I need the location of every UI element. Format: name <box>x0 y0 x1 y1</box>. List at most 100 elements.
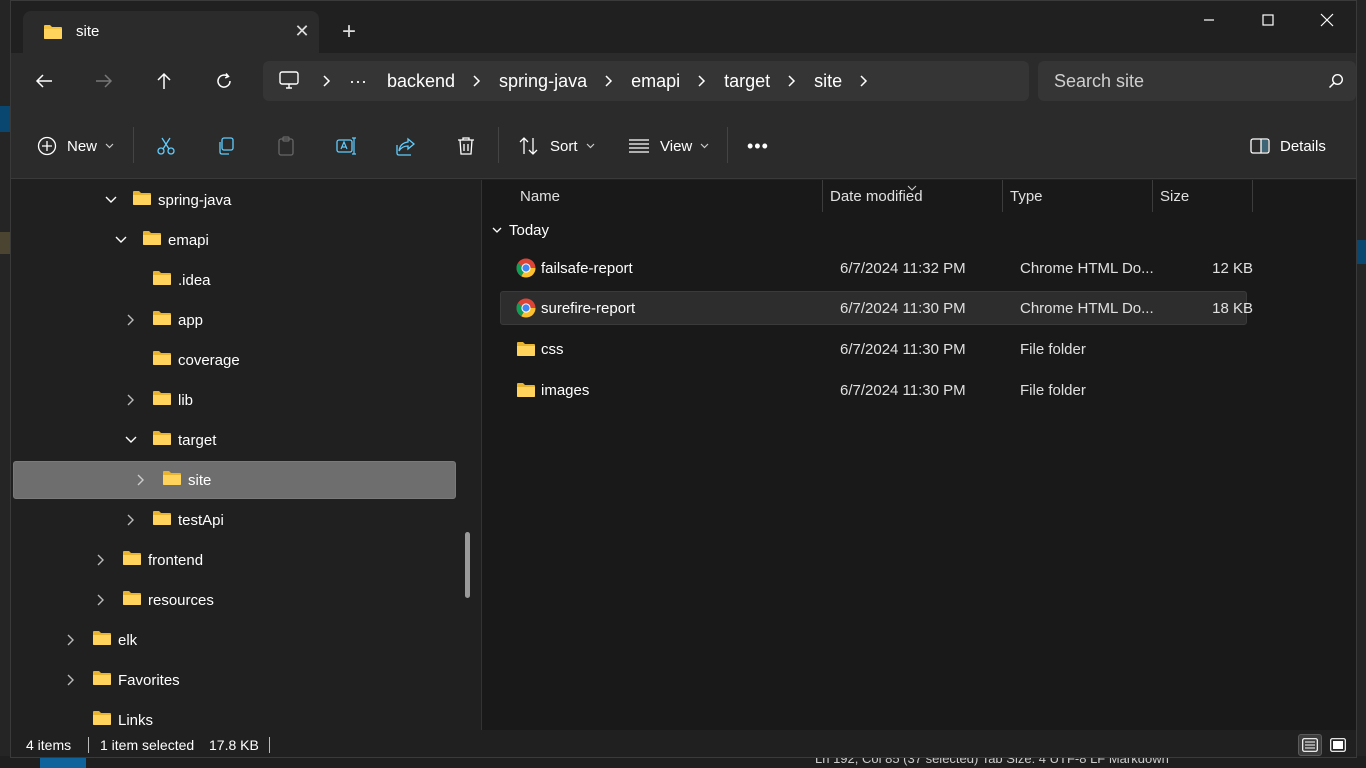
column-header-size[interactable]: Size <box>1160 180 1189 212</box>
nav-item-links[interactable]: Links <box>64 701 153 730</box>
chevron-right-icon[interactable] <box>852 61 876 101</box>
cut-button[interactable] <box>156 132 176 160</box>
file-size: 18 KB <box>1212 299 1253 317</box>
nav-item-coverage[interactable]: coverage <box>124 341 240 379</box>
nav-item-label: lib <box>178 391 194 409</box>
up-button[interactable] <box>146 65 182 97</box>
breadcrumb-site[interactable]: site <box>804 71 852 92</box>
close-tab-button[interactable]: ✕ <box>291 20 313 42</box>
column-divider[interactable] <box>1252 180 1253 212</box>
search-input[interactable]: Search site <box>1038 61 1356 101</box>
column-divider[interactable] <box>1002 180 1003 212</box>
breadcrumb: ··· backend spring-java emapi target sit… <box>315 61 876 101</box>
nav-item-testapi[interactable]: testApi <box>124 501 224 539</box>
file-type: Chrome HTML Do... <box>1020 299 1154 317</box>
minimize-button[interactable] <box>1179 1 1238 39</box>
copy-button[interactable] <box>216 132 236 160</box>
nav-item-app[interactable]: app <box>124 301 203 339</box>
nav-scrollbar-thumb[interactable] <box>465 532 470 598</box>
chevron-right-icon[interactable] <box>64 633 78 647</box>
tab-site[interactable]: site ✕ <box>23 11 319 53</box>
column-header-type[interactable]: Type <box>1010 180 1043 212</box>
column-divider[interactable] <box>822 180 823 212</box>
search-icon[interactable] <box>1328 73 1344 94</box>
sort-button[interactable]: Sort <box>518 132 595 160</box>
chevron-right-icon[interactable] <box>780 61 804 101</box>
chevron-right-icon[interactable] <box>124 513 138 527</box>
chrome-icon <box>516 291 536 325</box>
file-size: 12 KB <box>1212 259 1253 277</box>
arrow-left-icon <box>35 74 52 88</box>
view-button[interactable]: View <box>628 132 709 160</box>
file-row[interactable]: images 6/7/2024 11:30 PM File folder <box>500 373 1247 407</box>
chevron-down-icon[interactable] <box>114 233 128 247</box>
back-button[interactable] <box>26 65 62 97</box>
nav-item-frontend[interactable]: frontend <box>94 541 203 579</box>
nav-item-site[interactable]: site <box>134 461 211 499</box>
maximize-button[interactable] <box>1238 1 1297 39</box>
file-row[interactable]: failsafe-report 6/7/2024 11:32 PM Chrome… <box>500 251 1253 285</box>
computer-icon <box>279 71 299 94</box>
chevron-right-icon[interactable] <box>315 61 339 101</box>
details-button[interactable]: Details <box>1250 132 1326 160</box>
folder-icon <box>43 24 63 45</box>
file-date: 6/7/2024 11:30 PM <box>840 340 966 358</box>
chevron-right-icon[interactable] <box>134 473 148 487</box>
folder-icon <box>516 332 536 366</box>
close-window-button[interactable] <box>1297 1 1356 39</box>
group-header-today[interactable]: Today <box>492 222 549 239</box>
details-view-button[interactable] <box>1298 734 1322 756</box>
chevron-down-icon[interactable] <box>104 193 118 207</box>
selection-count: 1 item selected <box>100 737 195 753</box>
breadcrumb-spring-java[interactable]: spring-java <box>489 71 597 92</box>
chevron-right-icon[interactable] <box>124 393 138 407</box>
refresh-button[interactable] <box>206 65 242 97</box>
file-name: css <box>541 340 564 358</box>
folder-icon <box>152 430 172 450</box>
chevron-down-icon[interactable] <box>124 433 138 447</box>
paste-button[interactable] <box>276 132 296 160</box>
rename-button[interactable] <box>336 132 356 160</box>
new-button[interactable]: New <box>37 132 114 160</box>
view-label: View <box>660 137 693 155</box>
chevron-right-icon[interactable] <box>124 313 138 327</box>
nav-item-favorites[interactable]: Favorites <box>64 661 180 699</box>
nav-item-lib[interactable]: lib <box>124 381 193 419</box>
more-icon: ••• <box>747 135 769 156</box>
nav-item-idea[interactable]: .idea <box>124 261 211 299</box>
file-row-selected[interactable]: surefire-report 6/7/2024 11:30 PM Chrome… <box>500 291 1253 325</box>
more-options-button[interactable]: ••• <box>747 132 769 160</box>
breadcrumb-target[interactable]: target <box>714 71 780 92</box>
share-button[interactable] <box>396 132 416 160</box>
folder-icon <box>162 470 182 490</box>
column-header-name[interactable]: Name <box>520 180 560 212</box>
tiles-view-button[interactable] <box>1326 734 1350 756</box>
new-tab-button[interactable]: + <box>337 20 361 45</box>
breadcrumb-emapi[interactable]: emapi <box>621 71 690 92</box>
scissors-icon <box>157 137 175 155</box>
chrome-icon <box>516 251 536 285</box>
column-divider[interactable] <box>1152 180 1153 212</box>
forward-button[interactable] <box>86 65 122 97</box>
nav-item-resources[interactable]: resources <box>94 581 214 619</box>
nav-item-spring-java[interactable]: spring-java <box>104 181 231 219</box>
breadcrumb-backend[interactable]: backend <box>377 71 465 92</box>
nav-item-label: Links <box>118 711 154 729</box>
nav-item-label: frontend <box>148 551 204 569</box>
file-date: 6/7/2024 11:30 PM <box>840 299 966 317</box>
delete-button[interactable] <box>456 132 476 160</box>
column-header-date[interactable]: Date modified <box>830 180 923 212</box>
address-bar[interactable]: ··· backend spring-java emapi target sit… <box>263 61 1029 101</box>
nav-item-elk[interactable]: elk <box>64 621 137 659</box>
divider <box>133 127 134 163</box>
nav-item-emapi[interactable]: emapi <box>114 221 209 259</box>
chevron-right-icon[interactable] <box>690 61 714 101</box>
chevron-right-icon[interactable] <box>94 593 108 607</box>
chevron-right-icon[interactable] <box>465 61 489 101</box>
chevron-right-icon[interactable] <box>94 553 108 567</box>
chevron-right-icon[interactable] <box>597 61 621 101</box>
breadcrumb-overflow[interactable]: ··· <box>339 71 377 92</box>
chevron-right-icon[interactable] <box>64 673 78 687</box>
nav-item-target[interactable]: target <box>124 421 216 459</box>
file-row[interactable]: css 6/7/2024 11:30 PM File folder <box>500 332 1247 366</box>
